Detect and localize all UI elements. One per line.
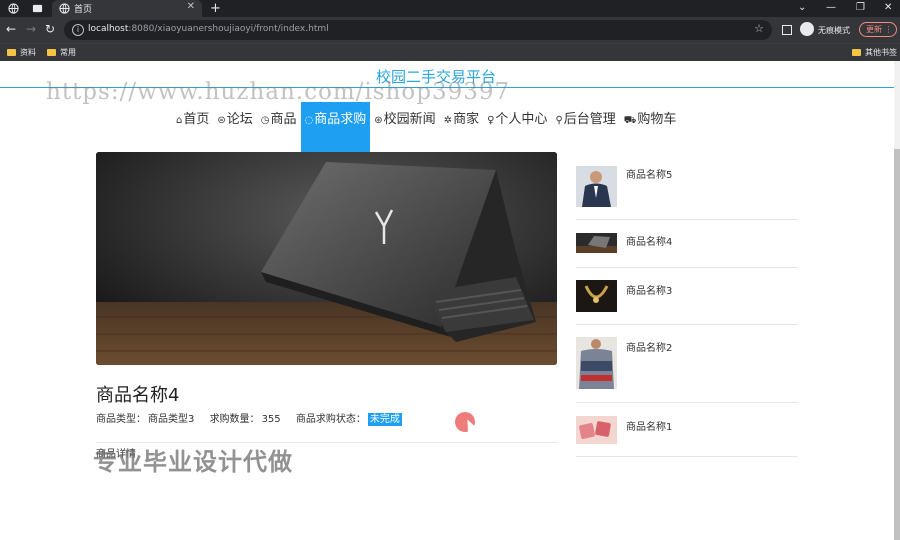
globe-icon (59, 3, 70, 14)
list-item[interactable]: 商品名称1 (576, 403, 798, 457)
status-badge: 未完成 (367, 413, 402, 426)
nav-item-admin[interactable]: ⚲后台管理 (551, 102, 619, 152)
side-panel-icon[interactable] (782, 25, 792, 35)
minimize-button[interactable]: — (826, 0, 836, 16)
nav-item-personal-center[interactable]: ♀个人中心 (483, 102, 551, 152)
back-arrow-icon[interactable]: ← (6, 22, 16, 36)
tab-close-icon[interactable]: ✕ (187, 1, 195, 12)
goods-icon: ◷ (260, 115, 270, 126)
nav-label: 论坛 (226, 112, 253, 127)
bookmark-star-icon[interactable]: ☆ (754, 22, 764, 35)
status-label: 商品求购状态： (295, 414, 366, 425)
bookmark-folder-ziliao[interactable]: 资料 (7, 47, 36, 58)
incognito-icon[interactable] (800, 22, 814, 36)
bookmarks-bar: 资料 常用 其他书签 (0, 43, 900, 61)
url-host: localhost (88, 24, 129, 34)
list-item[interactable]: 商品名称3 (576, 268, 798, 325)
nav-label: 个人中心 (495, 112, 548, 127)
main-nav: ⌂首页 ⊜论坛 ◷商品 ◌商品求购 ⊛校园新闻 ✲商家 ♀个人中心 ⚲后台管理 … (172, 102, 680, 152)
close-window-button[interactable]: ✕ (884, 0, 892, 16)
nav-label: 首页 (183, 112, 210, 127)
product-thumbnail[interactable] (576, 280, 617, 312)
page-viewport: 校园二手交易平台 https://www.huzhan.com/ishop393… (0, 61, 900, 540)
bookmark-label: 资料 (20, 48, 36, 57)
watermark-text: 专业毕业设计代做 (93, 448, 293, 476)
info-icon[interactable]: i (72, 24, 84, 36)
incognito-label: 无痕模式 (818, 26, 850, 35)
update-label: 更新 (866, 25, 882, 34)
nav-label: 商家 (453, 112, 480, 127)
browser-tab-bar: 首页 ✕ + ⌄ — ❐ ✕ (0, 0, 900, 17)
url-path: :8080/xiaoyuanershoujiaoyi/front/index.h… (128, 24, 329, 34)
product-name[interactable]: 商品名称4 (626, 233, 672, 248)
product-image (96, 152, 557, 365)
bookmark-label: 其他书签 (865, 48, 897, 57)
url-text: localhost:8080/xiaoyuanershoujiaoyi/fron… (88, 24, 329, 34)
bookmark-label: 常用 (60, 48, 76, 57)
nav-item-cart[interactable]: ⛟购物车 (620, 102, 681, 152)
nav-label: 商品求购 (314, 112, 367, 127)
user-icon: ♀ (487, 115, 495, 126)
product-thumbnail[interactable] (576, 416, 617, 444)
list-item[interactable]: 商品名称4 (576, 220, 798, 268)
link-icon: ⚲ (555, 115, 563, 126)
news-icon: ⊛ (374, 115, 383, 126)
nav-item-merchant[interactable]: ✲商家 (440, 102, 483, 152)
tab-title: 首页 (74, 5, 93, 15)
nav-label: 后台管理 (563, 112, 616, 127)
nav-item-goods[interactable]: ◷商品 (257, 102, 301, 152)
nav-label: 购物车 (637, 112, 677, 127)
folder-icon (852, 49, 861, 56)
product-name[interactable]: 商品名称2 (626, 339, 672, 354)
tab-overview-icon[interactable] (32, 3, 43, 14)
forward-arrow-icon[interactable]: → (26, 22, 36, 36)
nav-item-goods-request[interactable]: ◌商品求购 (300, 102, 371, 152)
product-thumbnail[interactable] (576, 337, 617, 389)
qty-value: 355 (261, 414, 281, 425)
product-name[interactable]: 商品名称1 (626, 418, 672, 433)
address-bar[interactable]: i localhost:8080/xiaoyuanershoujiaoyi/fr… (64, 20, 772, 40)
product-name[interactable]: 商品名称5 (626, 166, 672, 181)
update-button[interactable]: 更新 ⋮ (859, 22, 897, 37)
qty-label: 求购数量： (209, 414, 260, 425)
laptop-photo (96, 152, 557, 365)
cart-icon: ⛟ (623, 115, 637, 126)
reload-icon[interactable]: ↻ (45, 22, 55, 36)
nav-item-forum[interactable]: ⊜论坛 (213, 102, 256, 152)
folder-icon (7, 49, 16, 56)
browser-tab-active[interactable]: 首页 ✕ (52, 0, 202, 17)
list-item[interactable]: 商品名称2 (576, 325, 798, 403)
product-thumbnail[interactable] (576, 166, 617, 207)
product-thumbnail[interactable] (576, 233, 617, 253)
nav-label: 校园新闻 (383, 112, 436, 127)
bookmark-folder-other[interactable]: 其他书签 (852, 47, 897, 58)
nav-label: 商品 (270, 112, 297, 127)
merchant-icon: ✲ (443, 115, 453, 126)
product-meta: 商品类型： 商品类型3 求购数量： 355 商品求购状态： 未完成 (96, 410, 404, 426)
page-scrollbar[interactable] (894, 61, 900, 540)
list-item[interactable]: 商品名称5 (576, 156, 798, 220)
globe-icon[interactable] (8, 3, 19, 14)
home-icon: ⌂ (176, 115, 183, 126)
request-icon: ◌ (304, 115, 314, 126)
tab-search-icon[interactable]: ⌄ (798, 0, 806, 16)
product-title: 商品名称4 (96, 385, 180, 406)
type-label: 商品类型： (96, 414, 146, 425)
nav-item-home[interactable]: ⌂首页 (172, 102, 213, 152)
new-tab-button[interactable]: + (210, 0, 221, 17)
type-value: 商品类型3 (148, 414, 195, 425)
scrollbar-thumb[interactable] (894, 149, 900, 540)
forum-icon: ⊜ (217, 115, 226, 126)
restore-button[interactable]: ❐ (856, 0, 865, 16)
product-name[interactable]: 商品名称3 (626, 282, 672, 297)
folder-icon (47, 49, 56, 56)
bookmark-folder-changyong[interactable]: 常用 (47, 47, 76, 58)
browser-toolbar: ← → ↻ i localhost:8080/xiaoyuanershoujia… (0, 17, 900, 43)
nav-item-campus-news[interactable]: ⊛校园新闻 (370, 102, 439, 152)
